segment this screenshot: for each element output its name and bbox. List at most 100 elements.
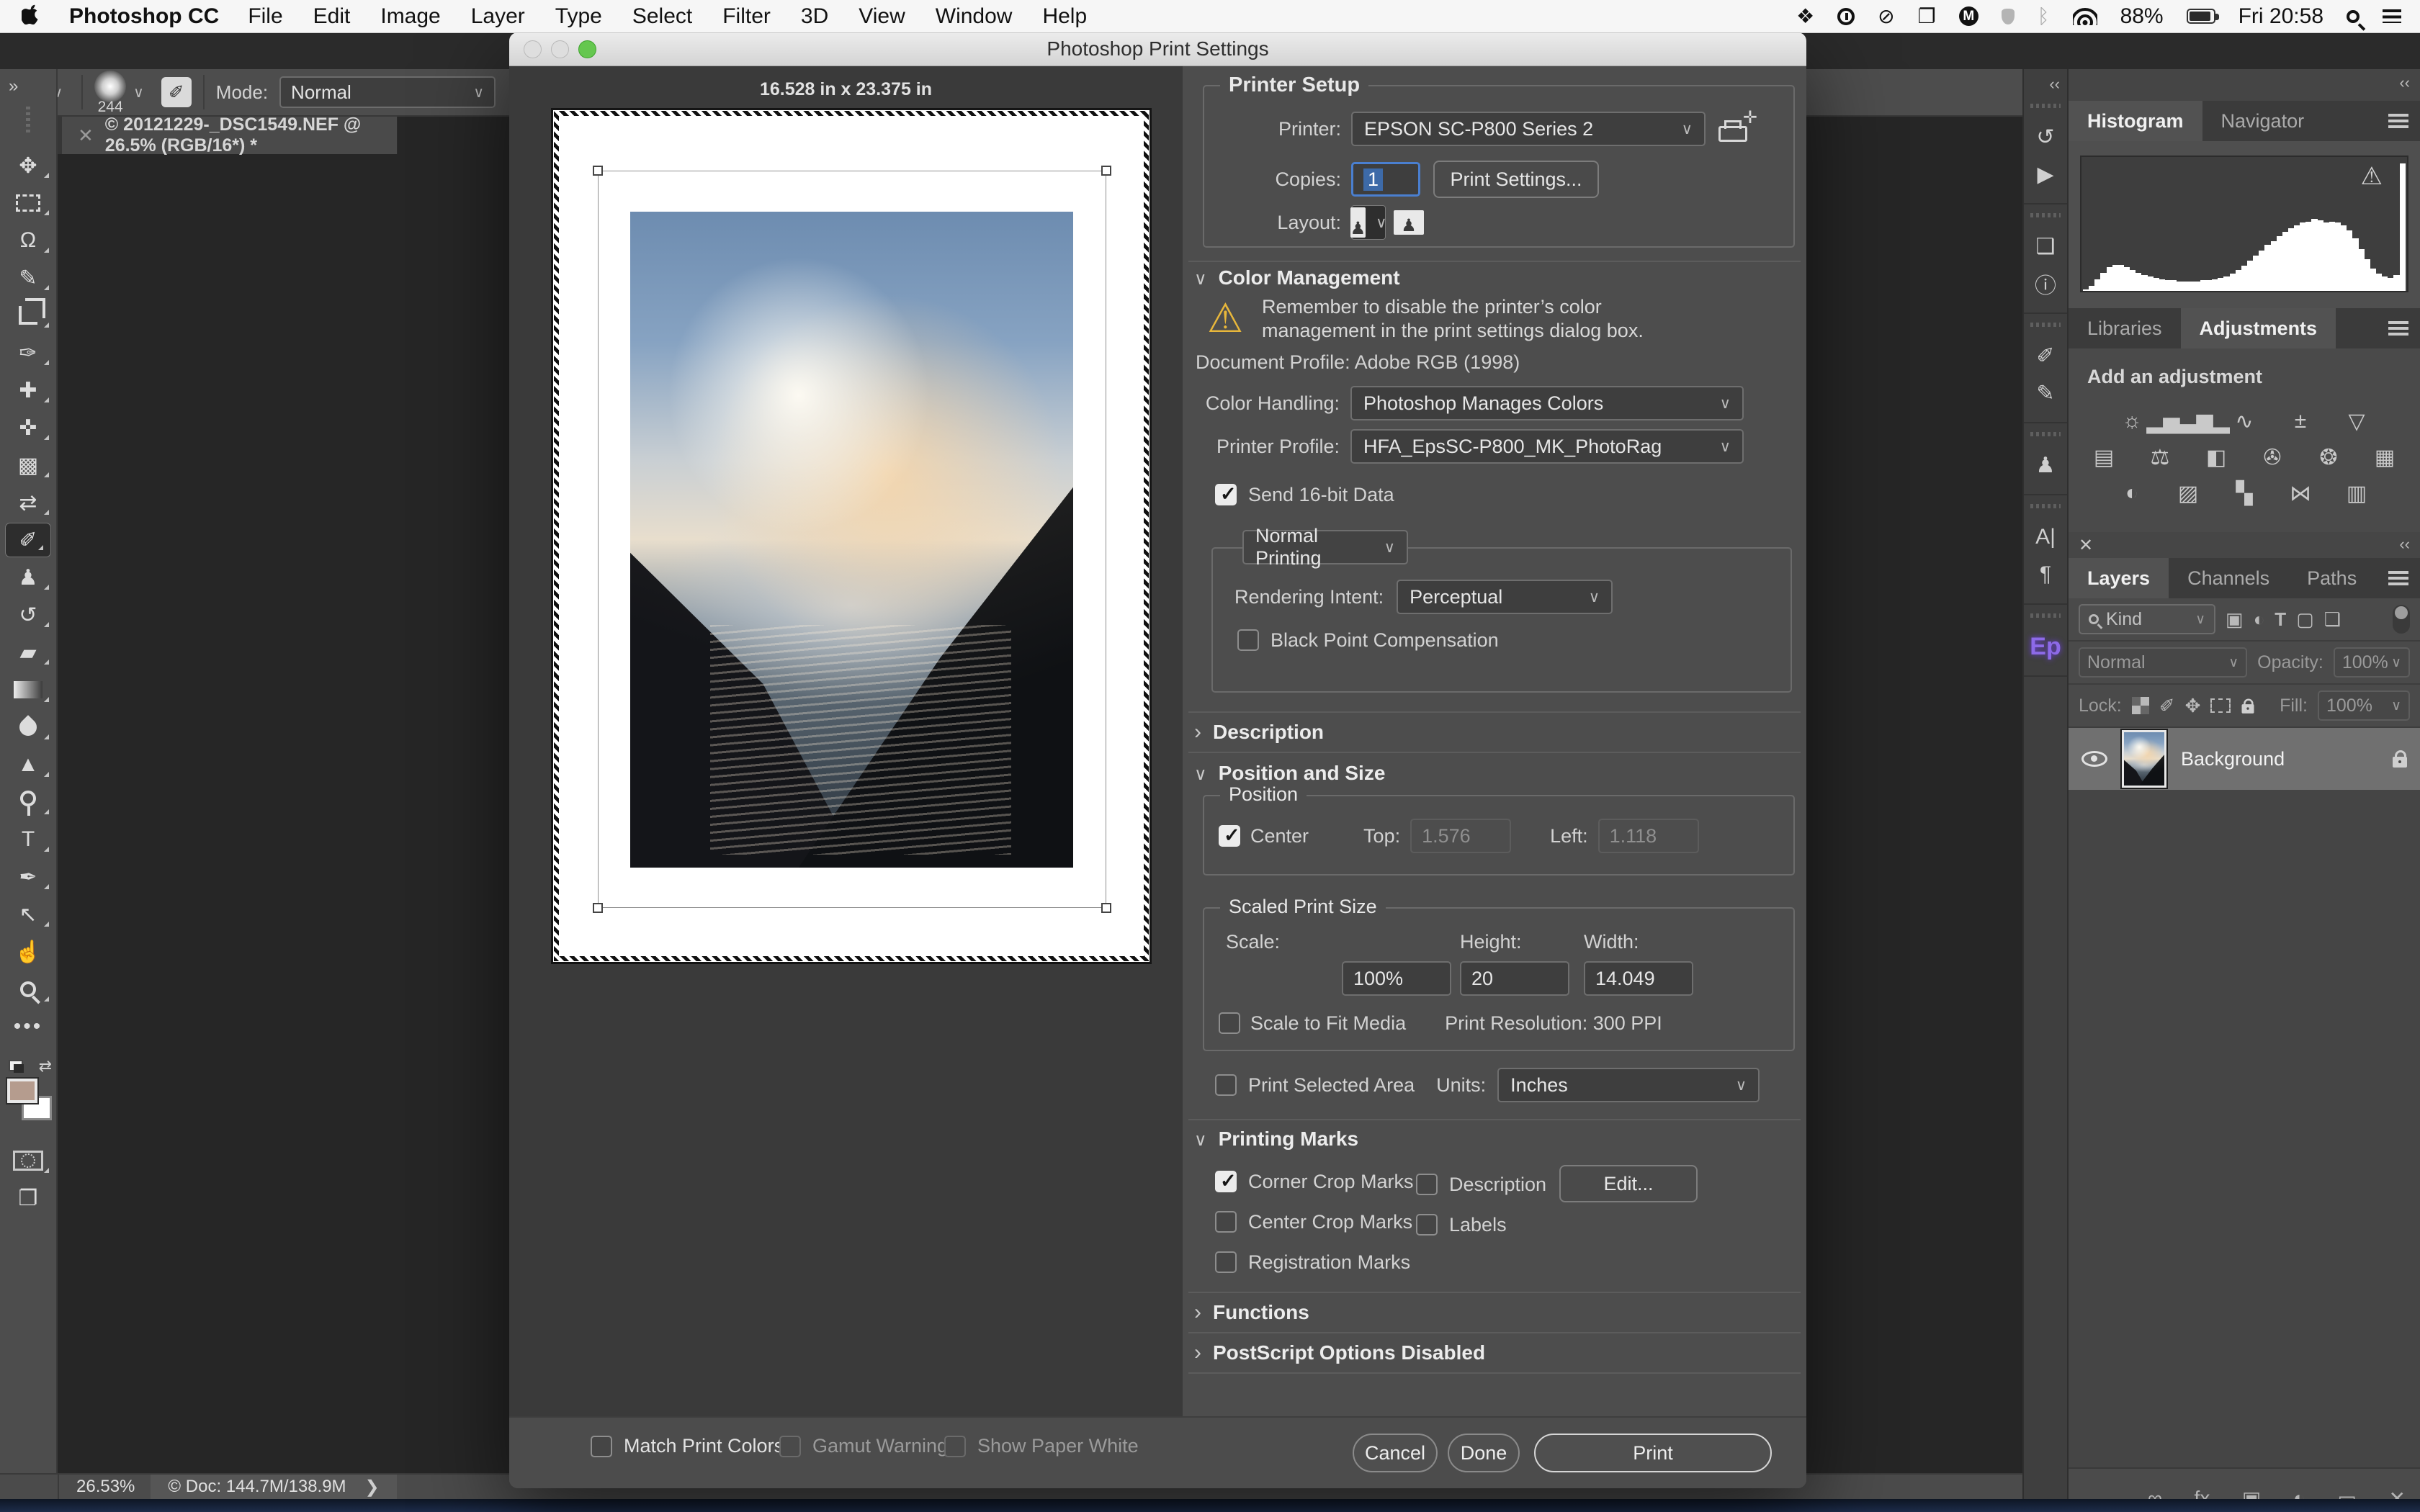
screen-mode-tool[interactable]: ❐: [0, 1179, 56, 1217]
dropbox-icon[interactable]: ❖: [1796, 4, 1814, 28]
foreground-color-swatch[interactable]: [7, 1079, 37, 1103]
healing-brush-tool[interactable]: ✜: [0, 409, 56, 446]
toggle-brush-panel-button[interactable]: ✐: [161, 77, 192, 107]
dock-grip[interactable]: [2030, 104, 2061, 108]
tab-layers[interactable]: Layers: [2069, 558, 2169, 598]
invert-icon[interactable]: ◐: [2116, 480, 2148, 506]
posterize-icon[interactable]: ▨: [2172, 480, 2204, 506]
exposure-icon[interactable]: ±: [2285, 408, 2316, 434]
brush-preset-picker[interactable]: 244: [94, 71, 126, 114]
apple-menu[interactable]: [22, 3, 40, 30]
mitem[interactable]: View: [859, 4, 905, 29]
zoom-level[interactable]: 26.53%: [76, 1477, 135, 1497]
rendering-intent-select[interactable]: Perceptual: [1397, 580, 1613, 614]
printing-marks-header[interactable]: Printing Marks: [1194, 1128, 1358, 1151]
panel-menu-icon[interactable]: [2388, 571, 2408, 585]
filter-type-layers-icon[interactable]: T: [2275, 608, 2286, 631]
printer-select[interactable]: EPSON SC-P800 Series 2: [1351, 112, 1706, 146]
hue-saturation-icon[interactable]: ▤: [2088, 444, 2120, 470]
eraser-tool[interactable]: ▰: [0, 634, 56, 671]
print-button[interactable]: Print: [1534, 1434, 1772, 1472]
dock-grip[interactable]: [2030, 213, 2061, 217]
gradient-tool[interactable]: [0, 671, 56, 708]
pbic[interactable]: ✕: [2389, 1487, 2406, 1499]
curves-icon[interactable]: ∿: [2228, 408, 2260, 434]
levels-icon[interactable]: ▂▅▃▆▂: [2172, 408, 2204, 434]
resize-handle[interactable]: [1101, 166, 1111, 176]
layout-portrait-button[interactable]: ♟: [1351, 205, 1386, 240]
mitem[interactable]: 3D: [801, 4, 828, 29]
color-management-header[interactable]: Color Management: [1194, 266, 1400, 289]
layer-fill-field[interactable]: 100%∨: [2318, 690, 2410, 721]
toolbar-grip[interactable]: [26, 107, 30, 135]
tab-navigator[interactable]: Navigator: [2202, 101, 2323, 141]
document-size-cell[interactable]: © Doc: 144.7M/138.9M ❯: [151, 1475, 396, 1499]
content-aware-move-tool[interactable]: ⇄: [0, 484, 56, 521]
character-panel-icon[interactable]: A|: [2024, 518, 2067, 556]
history-panel-icon[interactable]: ↺: [2024, 118, 2067, 156]
print-preview-image[interactable]: [630, 212, 1073, 868]
mitem[interactable]: Select: [632, 4, 692, 29]
layer-visibility-eye-icon[interactable]: [2081, 751, 2107, 767]
mitem[interactable]: Image: [380, 4, 440, 29]
properties-panel-icon[interactable]: ❑: [2024, 228, 2067, 265]
color-handling-select[interactable]: Photoshop Manages Colors: [1350, 386, 1744, 420]
brightness-contrast-icon[interactable]: ☼: [2116, 408, 2148, 434]
resize-handle[interactable]: [1101, 903, 1111, 913]
maximize-traffic-light[interactable]: [578, 40, 596, 58]
pbic[interactable]: ◐: [2293, 1487, 2305, 1499]
paper-preview[interactable]: [551, 108, 1152, 964]
print-mode-select[interactable]: Normal Printing: [1242, 530, 1408, 564]
crop-tool[interactable]: [0, 297, 56, 334]
gradient-map-icon[interactable]: ▥: [2341, 480, 2372, 506]
vibrance-icon[interactable]: ▽: [2341, 408, 2372, 434]
copies-input[interactable]: 1: [1351, 162, 1420, 197]
collapse-dock-icon[interactable]: ‹‹: [2024, 69, 2067, 95]
brush-tool[interactable]: ✐: [5, 523, 51, 557]
lock-transparency-icon[interactable]: [2132, 697, 2149, 714]
window-manager-icon[interactable]: ❐: [1918, 4, 1936, 28]
layer-thumbnail[interactable]: [2122, 730, 2166, 788]
close-traffic-light[interactable]: [524, 40, 542, 58]
labels-checkbox[interactable]: [1416, 1214, 1438, 1236]
swap-colors-icon[interactable]: ⇄: [39, 1057, 52, 1076]
pbic[interactable]: ▭: [2337, 1487, 2356, 1499]
close-icon[interactable]: ✕: [78, 125, 94, 147]
move-tool[interactable]: ✥: [0, 147, 56, 184]
color-lookup-icon[interactable]: ▦: [2369, 444, 2401, 470]
brushes-panel-icon[interactable]: ✎: [2024, 374, 2067, 412]
description-header[interactable]: Description: [1194, 720, 1324, 744]
tab-adjustments[interactable]: Adjustments: [2181, 308, 2336, 348]
send-16bit-checkbox[interactable]: [1215, 484, 1237, 505]
units-select[interactable]: Inches: [1497, 1068, 1760, 1102]
patch-tool[interactable]: ▩: [0, 446, 56, 484]
lock-position-icon[interactable]: ✥: [2185, 695, 2201, 717]
lock-artboard-icon[interactable]: [2210, 698, 2231, 713]
path-selection-tool[interactable]: ↖: [0, 896, 56, 933]
circle-slash-icon[interactable]: ⊘: [1878, 4, 1894, 28]
tab-channels[interactable]: Channels: [2169, 558, 2288, 598]
layer-filter-kind-select[interactable]: Kind∨: [2079, 604, 2215, 634]
type-tool[interactable]: T: [0, 821, 56, 858]
dodge-tool[interactable]: [0, 783, 56, 821]
spot-healing-tool[interactable]: ✚: [0, 372, 56, 409]
quick-selection-tool[interactable]: ✎: [0, 259, 56, 297]
actions-panel-icon[interactable]: ▶: [2024, 156, 2067, 193]
eyedropper-tool[interactable]: ✑: [0, 334, 56, 372]
info-panel-icon[interactable]: ⓘ: [2024, 265, 2067, 302]
printer-icon[interactable]: ✛: [1718, 114, 1752, 143]
pbic[interactable]: ∞: [2148, 1487, 2162, 1499]
quick-mask-tool[interactable]: [0, 1142, 56, 1179]
center-checkbox[interactable]: [1219, 825, 1240, 847]
corner-crop-marks-checkbox[interactable]: [1215, 1171, 1237, 1192]
top-input[interactable]: 1.576: [1410, 819, 1511, 853]
notification-center-icon[interactable]: [2383, 9, 2401, 23]
width-input[interactable]: 14.049: [1584, 961, 1693, 996]
tab-libraries[interactable]: Libraries: [2069, 308, 2181, 348]
color-balance-icon[interactable]: ⚖: [2144, 444, 2176, 470]
pen-tool[interactable]: ✒: [0, 858, 56, 896]
hand-tool[interactable]: ☝: [0, 933, 56, 971]
photo-filter-icon[interactable]: ✇: [2257, 444, 2288, 470]
default-colors-icon[interactable]: [9, 1060, 23, 1071]
pbic[interactable]: fx: [2195, 1487, 2210, 1499]
